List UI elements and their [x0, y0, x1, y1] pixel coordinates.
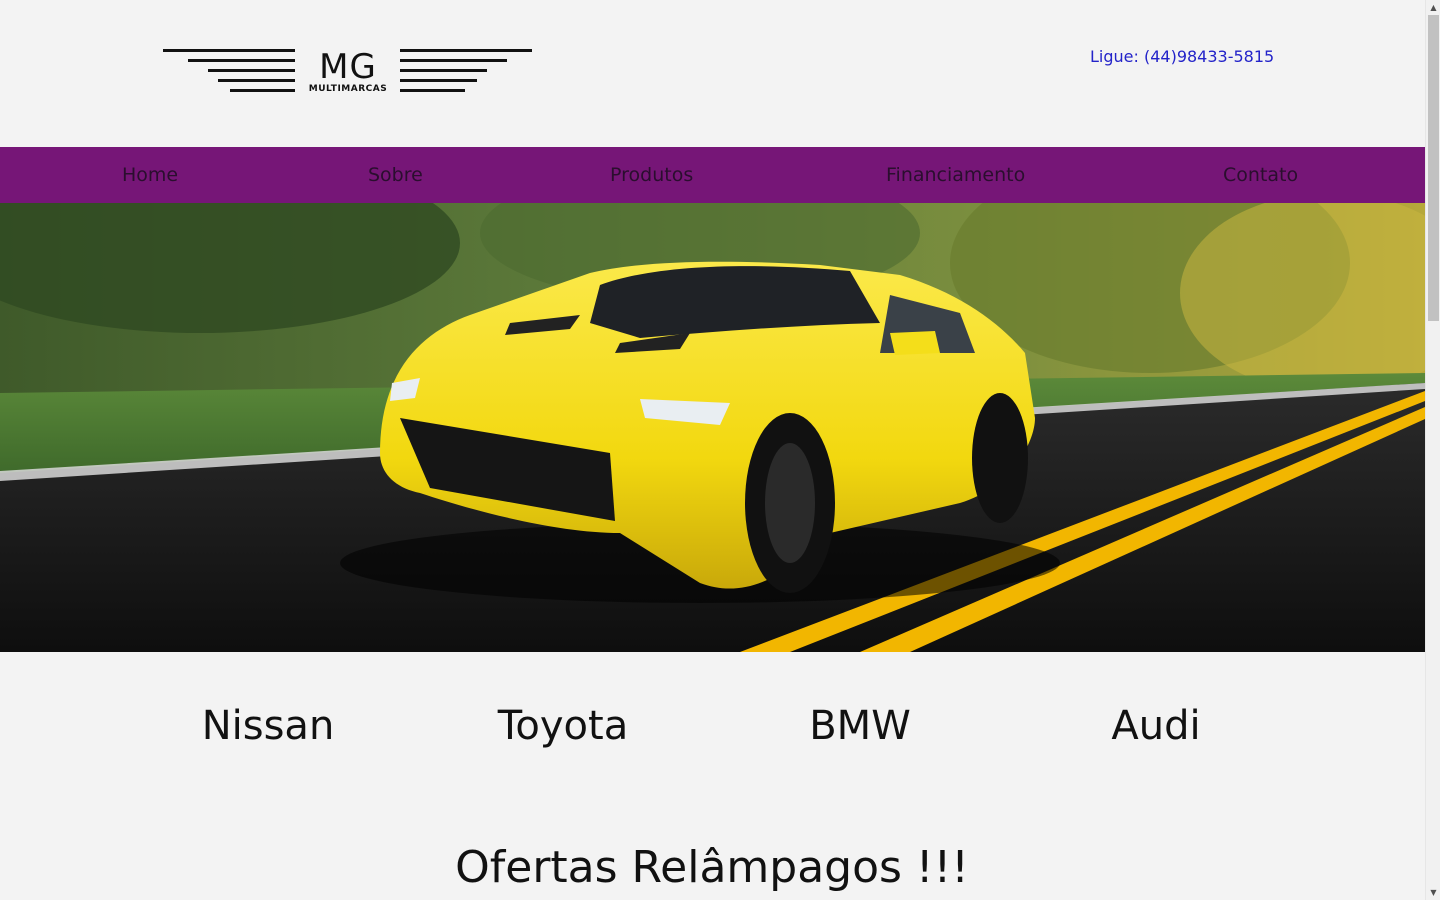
- logo-mg-text: MG: [319, 47, 377, 87]
- offers-heading: Ofertas Relâmpagos !!!: [455, 842, 969, 893]
- page: MG MULTIMARCAS Ligue: (44)98433-5815 Hom…: [0, 0, 1425, 900]
- scrollbar-thumb[interactable]: [1428, 15, 1439, 321]
- mg-multimarcas-logo[interactable]: MG MULTIMARCAS: [163, 46, 533, 98]
- brand-audi[interactable]: Audi: [1111, 700, 1200, 752]
- scroll-down-arrow-icon[interactable]: ▼: [1426, 885, 1440, 900]
- nav-item-financiamento[interactable]: Financiamento: [886, 147, 1025, 203]
- phone-link[interactable]: Ligue: (44)98433-5815: [1090, 47, 1274, 67]
- page-scrollbar[interactable]: ▲ ▼: [1425, 0, 1440, 900]
- brand-toyota[interactable]: Toyota: [498, 700, 628, 752]
- brand-bmw[interactable]: BMW: [809, 700, 911, 752]
- hero-car-image: [0, 203, 1425, 652]
- nav-item-sobre[interactable]: Sobre: [368, 147, 423, 203]
- brand-nissan[interactable]: Nissan: [202, 700, 335, 752]
- scroll-up-arrow-icon[interactable]: ▲: [1426, 0, 1440, 15]
- nav-item-produtos[interactable]: Produtos: [610, 147, 693, 203]
- logo-subtitle: MULTIMARCAS: [308, 84, 388, 94]
- nav-item-home[interactable]: Home: [122, 147, 178, 203]
- site-header: MG MULTIMARCAS Ligue: (44)98433-5815: [0, 0, 1425, 147]
- hero-banner: [0, 203, 1425, 652]
- nav-item-contato[interactable]: Contato: [1223, 147, 1298, 203]
- main-nav: Home Sobre Produtos Financiamento Contat…: [0, 147, 1425, 203]
